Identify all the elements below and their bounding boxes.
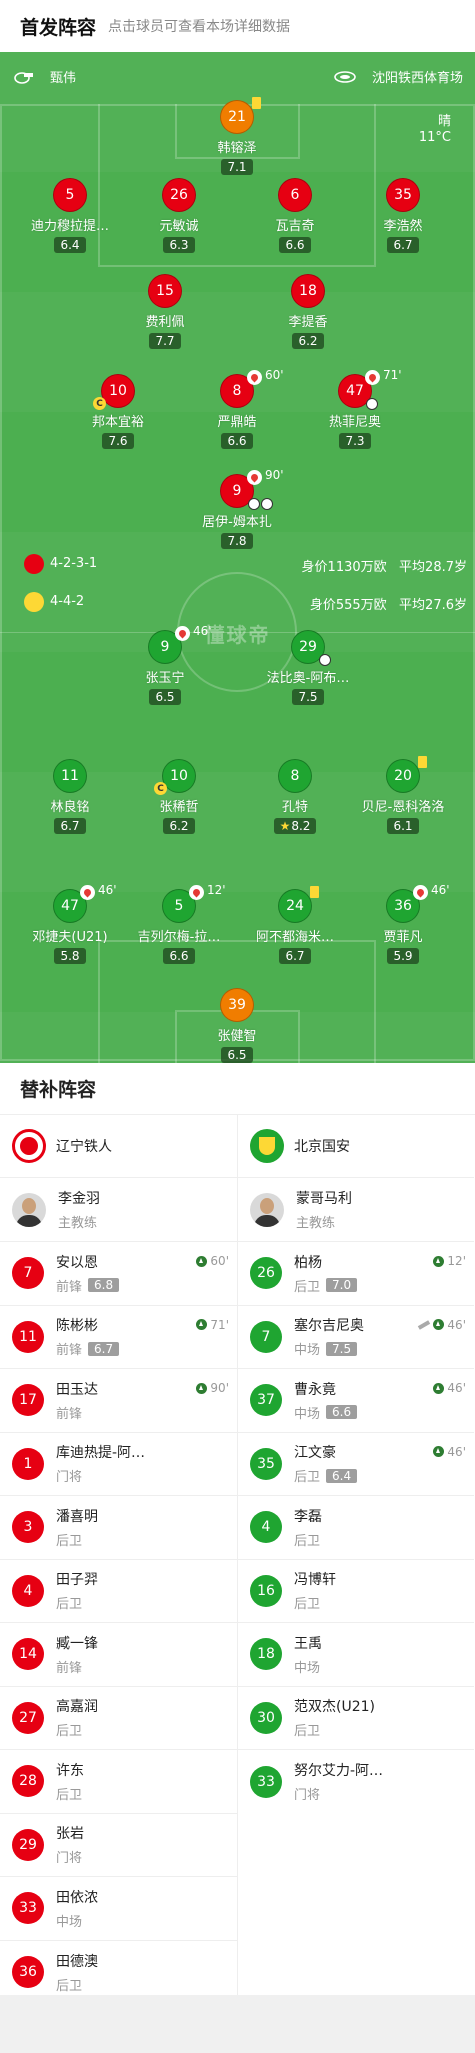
- away-player-29[interactable]: 29 法比奥-阿布… 7.5: [248, 630, 368, 705]
- captain-icon: C: [154, 782, 167, 795]
- subs-table: 辽宁铁人 李金羽 主教练 7 安以恩 前锋 6.8 60' 11 陈彬彬 前锋 6.…: [0, 1115, 475, 2004]
- away-player-39[interactable]: 39 张健智 6.5: [177, 988, 297, 1063]
- sub-in-icon: [196, 1319, 208, 1330]
- sub-row[interactable]: 7 塞尔吉尼奥 中场 7.5 46': [238, 1306, 474, 1369]
- subs-title: 替补阵容: [0, 1063, 475, 1115]
- home-player-15[interactable]: 15 费利佩 7.7: [105, 274, 225, 349]
- captain-icon: C: [93, 397, 106, 410]
- goal-ball-icon: [248, 498, 260, 510]
- temperature: 11°C: [418, 130, 451, 145]
- sub-row[interactable]: 37 曹永竟 中场 6.6 46': [238, 1369, 474, 1433]
- pitch: 懂球帝 甄伟 沈阳铁西体育场 晴 11°C 21 韩镕泽 7.1 5 迪力穆拉提…: [0, 52, 475, 1063]
- assist-icon: [261, 498, 273, 510]
- avatar: [250, 1192, 284, 1227]
- home-team-header[interactable]: 辽宁铁人: [0, 1115, 237, 1178]
- sub-in-icon: [433, 1446, 445, 1457]
- sub-out-icon: [175, 626, 190, 641]
- sub-row[interactable]: 14 臧一锋 前锋: [0, 1623, 237, 1687]
- sub-row[interactable]: 3 潘喜明 后卫: [0, 1496, 237, 1560]
- sub-row[interactable]: 16 冯博轩 后卫: [238, 1560, 474, 1623]
- home-player-8[interactable]: 8 60' 严鼎皓 6.6: [177, 368, 297, 449]
- sub-row[interactable]: 35 江文豪 后卫 6.4 46': [238, 1433, 474, 1496]
- home-player-5[interactable]: 5 迪力穆拉提… 6.4: [10, 178, 130, 253]
- sub-row[interactable]: 7 安以恩 前锋 6.8 60': [0, 1242, 237, 1306]
- sub-out-icon: [247, 470, 262, 485]
- away-team-header[interactable]: 北京国安: [238, 1115, 474, 1178]
- sub-in-icon: [433, 1255, 445, 1267]
- avatar: [12, 1192, 46, 1227]
- sub-row[interactable]: 29 张岩 门将: [0, 1814, 237, 1877]
- sub-in-icon: [433, 1319, 445, 1330]
- liaoning-logo-icon: [12, 1129, 46, 1163]
- referee-name: 甄伟: [50, 71, 77, 86]
- home-player-47[interactable]: 47 71' 热菲尼奥 7.3: [295, 368, 415, 449]
- liaoning-logo-icon: [24, 554, 44, 574]
- goal-ball-icon: [366, 398, 378, 410]
- weather: 晴: [437, 114, 451, 129]
- lineup-title: 首发阵容: [20, 16, 97, 39]
- away-player-36[interactable]: 36 46' 贾菲凡 5.9: [343, 883, 463, 964]
- referee-info: 甄伟: [14, 67, 76, 86]
- away-player-10[interactable]: 10 C 张稀哲 6.2: [119, 759, 239, 834]
- yellow-card-icon: [310, 886, 319, 898]
- sub-row[interactable]: 18 王禹 中场: [238, 1623, 474, 1687]
- sub-row[interactable]: 4 田子羿 后卫: [0, 1560, 237, 1623]
- sub-row[interactable]: 11 陈彬彬 前锋 6.7 71': [0, 1306, 237, 1369]
- home-player-6[interactable]: 6 瓦吉奇 6.6: [235, 178, 355, 253]
- lineup-header: 首发阵容 点击球员可查看本场详细数据: [0, 0, 475, 52]
- yellow-card-icon: [252, 97, 261, 109]
- sub-out-icon: [189, 885, 204, 900]
- assist-icon: [418, 1319, 431, 1330]
- sub-row[interactable]: 28 许东 后卫: [0, 1750, 237, 1814]
- guoan-logo-icon: [250, 1129, 284, 1163]
- sub-out-icon: [413, 885, 428, 900]
- sub-row[interactable]: 27 高嘉润 后卫: [0, 1687, 237, 1750]
- home-player-26[interactable]: 26 元敏诚 6.3: [119, 178, 239, 253]
- sub-row[interactable]: 17 田玉达 前锋 90': [0, 1369, 237, 1433]
- away-subs: 北京国安 蒙哥马利 主教练 26 柏杨 后卫 7.0 12' 7 塞尔吉尼奥 中场…: [237, 1115, 474, 2004]
- away-team-info: 4-4-2 身价555万欧 平均27.6岁: [0, 592, 475, 613]
- home-coach[interactable]: 李金羽 主教练: [0, 1178, 237, 1242]
- goal-ball-icon: [319, 654, 331, 666]
- sub-row[interactable]: 33 田依浓 中场: [0, 1877, 237, 1941]
- sub-in-icon: [433, 1382, 445, 1394]
- away-player-11[interactable]: 11 林良铭 6.7: [10, 759, 130, 834]
- sub-row[interactable]: 26 柏杨 后卫 7.0 12': [238, 1242, 474, 1306]
- sub-in-icon: [196, 1382, 208, 1394]
- home-player-35[interactable]: 35 李浩然 6.7: [343, 178, 463, 253]
- sub-row[interactable]: 1 库迪热提-阿… 门将: [0, 1433, 237, 1496]
- sub-out-icon: [247, 370, 262, 385]
- away-player-8[interactable]: 8 孔特 ★8.2: [235, 759, 355, 834]
- mvp-star-icon: ★: [279, 819, 291, 833]
- stadium-name: 沈阳铁西体育场: [371, 71, 463, 86]
- home-team-info: 4-2-3-1 身价1130万欧 平均28.7岁: [0, 554, 475, 575]
- sub-out-icon: [365, 370, 380, 385]
- stadium-icon: [334, 70, 356, 83]
- sub-row[interactable]: 30 范双杰(U21) 后卫: [238, 1687, 474, 1750]
- lineup-subtitle: 点击球员可查看本场详细数据: [108, 19, 291, 35]
- stadium-info: 沈阳铁西体育场: [334, 67, 463, 86]
- sub-row[interactable]: 33 努尔艾力-阿… 门将: [238, 1750, 474, 1814]
- whistle-icon: [14, 71, 33, 84]
- away-player-5[interactable]: 5 12' 吉列尔梅-拉… 6.6: [119, 883, 239, 964]
- home-player-9[interactable]: 9 90' 居伊-姆本扎 7.8: [177, 468, 297, 549]
- away-player-24[interactable]: 24 阿不都海米… 6.7: [235, 886, 355, 964]
- home-player-18[interactable]: 18 李提香 6.2: [248, 274, 368, 349]
- footer-bar: [0, 1995, 475, 2053]
- away-coach[interactable]: 蒙哥马利 主教练: [238, 1178, 474, 1242]
- sub-out-icon: [80, 885, 95, 900]
- guoan-logo-icon: [24, 592, 44, 612]
- away-player-47[interactable]: 47 46' 邓捷夫(U21) 5.8: [10, 883, 130, 964]
- home-player-21[interactable]: 21 韩镕泽 7.1: [177, 97, 297, 175]
- home-subs: 辽宁铁人 李金羽 主教练 7 安以恩 前锋 6.8 60' 11 陈彬彬 前锋 6.…: [0, 1115, 237, 2004]
- yellow-card-icon: [418, 756, 427, 768]
- away-player-9[interactable]: 9 46' 张玉宁 6.5: [105, 624, 225, 705]
- home-player-10[interactable]: 10 C 邦本宜裕 7.6: [58, 374, 178, 449]
- sub-row[interactable]: 4 李磊 后卫: [238, 1496, 474, 1560]
- away-player-20[interactable]: 20 贝尼-恩科洛洛 6.1: [343, 756, 463, 834]
- sub-in-icon: [196, 1255, 208, 1267]
- watermark: 懂球帝: [204, 623, 271, 647]
